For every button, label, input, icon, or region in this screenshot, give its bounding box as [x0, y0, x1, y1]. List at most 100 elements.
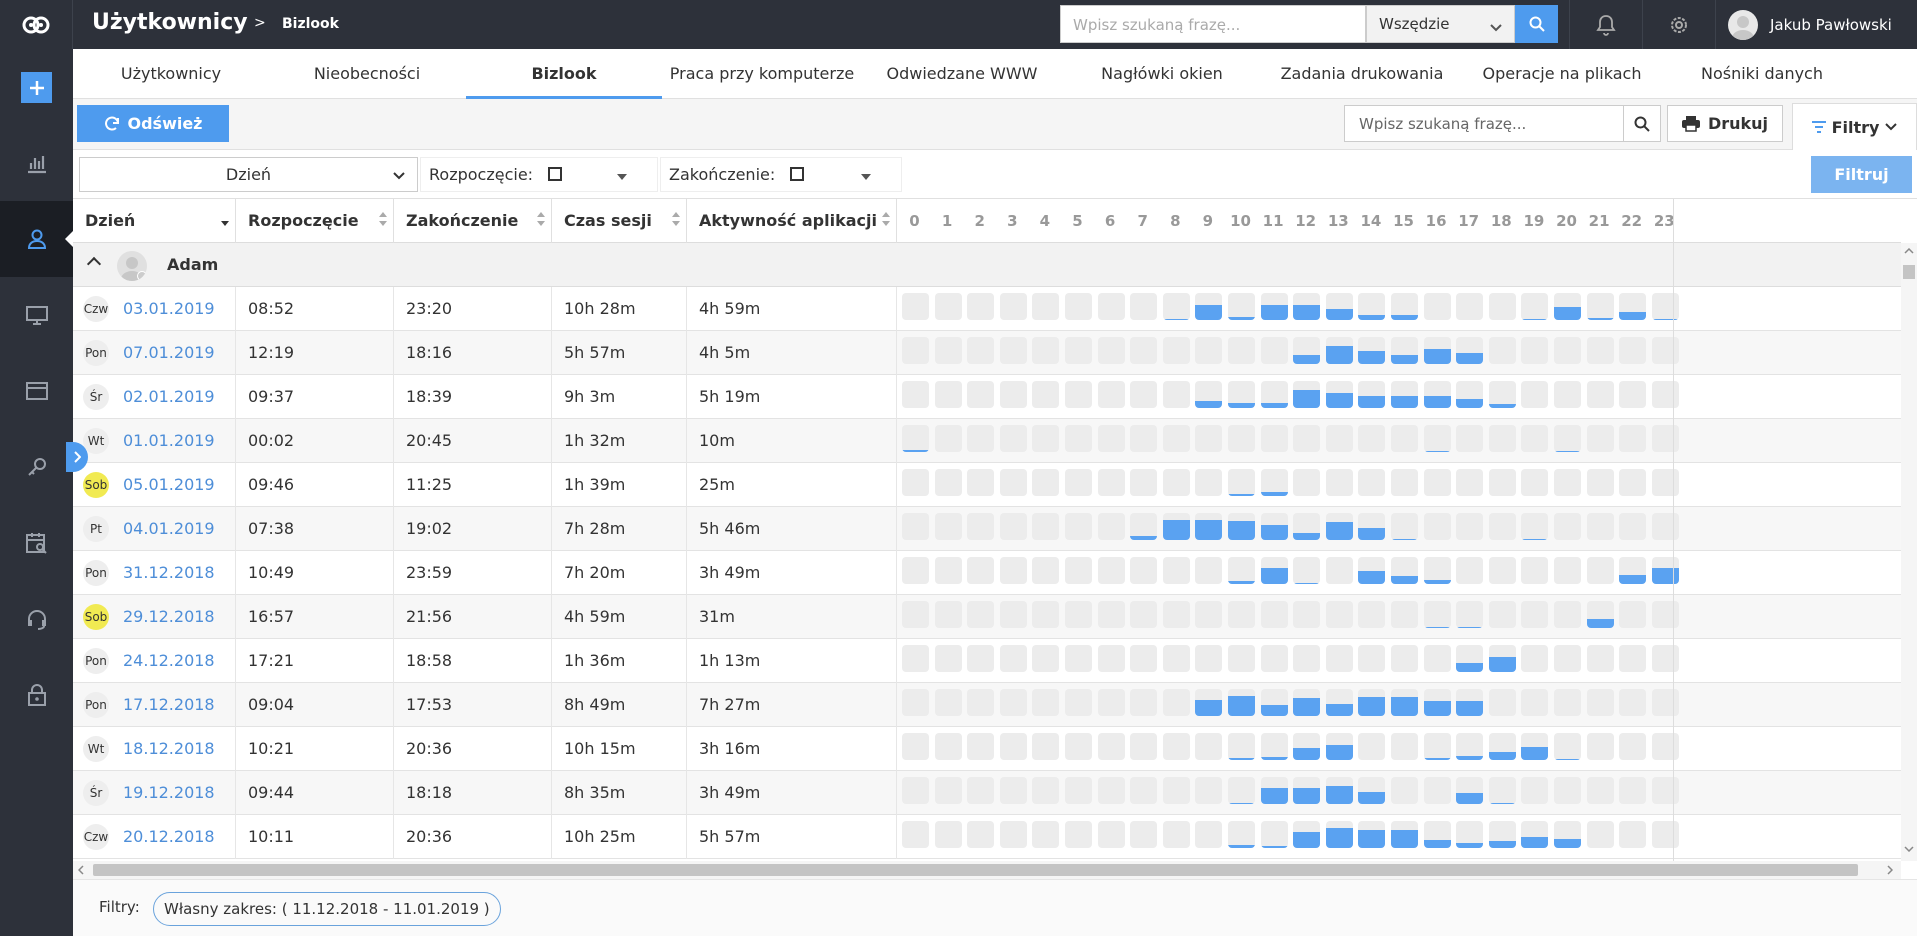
hour-activity-cell[interactable] — [1097, 645, 1125, 672]
hour-activity-cell[interactable] — [1358, 777, 1386, 804]
hour-activity-cell[interactable] — [1391, 293, 1418, 320]
hour-activity-cell[interactable] — [1162, 381, 1190, 408]
hour-activity-cell[interactable] — [1130, 425, 1158, 452]
hour-activity-cell[interactable] — [1228, 293, 1255, 320]
hour-activity-cell[interactable] — [1423, 557, 1451, 584]
hour-activity-cell[interactable] — [1228, 645, 1255, 672]
hour-activity-cell[interactable] — [1130, 293, 1158, 320]
hour-activity-cell[interactable] — [999, 645, 1027, 672]
hour-activity-cell[interactable] — [934, 777, 962, 804]
hour-activity-cell[interactable] — [1488, 821, 1516, 848]
hour-activity-cell[interactable] — [1325, 337, 1353, 364]
table-row[interactable]: Sob 29.12.2018 16:57 21:56 4h 59m 31m — [73, 595, 1901, 639]
hour-activity-cell[interactable] — [934, 557, 962, 584]
hour-activity-cell[interactable] — [1456, 777, 1484, 804]
table-row[interactable]: Śr 19.12.2018 09:44 18:18 8h 35m 3h 49m — [73, 771, 1901, 815]
hour-activity-cell[interactable] — [1130, 601, 1158, 628]
hour-activity-cell[interactable] — [1586, 381, 1614, 408]
hour-activity-cell[interactable] — [1162, 293, 1190, 320]
date-link[interactable]: 07.01.2019 — [123, 331, 215, 375]
hour-activity-cell[interactable] — [902, 469, 929, 496]
hour-activity-cell[interactable] — [1260, 689, 1288, 716]
hour-activity-cell[interactable] — [1097, 513, 1125, 540]
hour-activity-cell[interactable] — [1228, 601, 1255, 628]
hour-activity-cell[interactable] — [1097, 293, 1125, 320]
hour-activity-cell[interactable] — [1554, 601, 1581, 628]
hour-activity-cell[interactable] — [1651, 777, 1679, 804]
hour-activity-cell[interactable] — [1097, 469, 1125, 496]
hour-activity-cell[interactable] — [1456, 557, 1484, 584]
hour-activity-cell[interactable] — [1032, 645, 1060, 672]
hour-activity-cell[interactable] — [902, 293, 929, 320]
vertical-scroll-thumb[interactable] — [1903, 265, 1915, 279]
hour-activity-cell[interactable] — [1032, 513, 1060, 540]
hour-activity-cell[interactable] — [1488, 513, 1516, 540]
hour-activity-cell[interactable] — [1130, 513, 1158, 540]
tab-users[interactable]: Użytkownicy — [73, 49, 269, 99]
hour-activity-cell[interactable] — [1521, 601, 1549, 628]
hour-activity-cell[interactable] — [999, 381, 1027, 408]
hour-activity-cell[interactable] — [1260, 381, 1288, 408]
hour-activity-cell[interactable] — [1130, 381, 1158, 408]
horizontal-scrollbar[interactable] — [73, 861, 1901, 879]
hour-activity-cell[interactable] — [1032, 689, 1060, 716]
hour-activity-cell[interactable] — [1488, 733, 1516, 760]
hour-activity-cell[interactable] — [1260, 337, 1288, 364]
hour-activity-cell[interactable] — [1162, 645, 1190, 672]
hour-activity-cell[interactable] — [1065, 689, 1092, 716]
hour-activity-cell[interactable] — [1651, 821, 1679, 848]
hour-activity-cell[interactable] — [1293, 425, 1321, 452]
hour-activity-cell[interactable] — [1456, 469, 1484, 496]
hour-activity-cell[interactable] — [1488, 689, 1516, 716]
hour-activity-cell[interactable] — [1293, 469, 1321, 496]
hour-activity-cell[interactable] — [1521, 557, 1549, 584]
hour-activity-cell[interactable] — [1619, 557, 1647, 584]
hour-activity-cell[interactable] — [1065, 293, 1092, 320]
hour-activity-cell[interactable] — [1032, 293, 1060, 320]
hour-activity-cell[interactable] — [902, 821, 929, 848]
hour-activity-cell[interactable] — [1554, 777, 1581, 804]
hour-activity-cell[interactable] — [1260, 425, 1288, 452]
hour-activity-cell[interactable] — [1651, 645, 1679, 672]
hour-activity-cell[interactable] — [1325, 733, 1353, 760]
hour-activity-cell[interactable] — [1521, 513, 1549, 540]
hour-activity-cell[interactable] — [902, 645, 929, 672]
sidebar-item-users[interactable] — [0, 201, 73, 277]
start-time-filter[interactable]: Rozpoczęcie: — [420, 157, 658, 192]
hour-activity-cell[interactable] — [1423, 601, 1451, 628]
end-time-checkbox[interactable] — [790, 167, 805, 181]
hour-activity-cell[interactable] — [1162, 689, 1190, 716]
hour-activity-cell[interactable] — [1619, 689, 1647, 716]
hour-activity-cell[interactable] — [1293, 557, 1321, 584]
hour-activity-cell[interactable] — [1228, 557, 1255, 584]
hour-activity-cell[interactable] — [1260, 777, 1288, 804]
hour-activity-cell[interactable] — [1521, 469, 1549, 496]
hour-activity-cell[interactable] — [1195, 689, 1223, 716]
hour-activity-cell[interactable] — [999, 821, 1027, 848]
hour-activity-cell[interactable] — [1488, 469, 1516, 496]
hour-activity-cell[interactable] — [1586, 821, 1614, 848]
hour-activity-cell[interactable] — [1651, 337, 1679, 364]
filters-toggle-button[interactable]: Filtry — [1792, 103, 1917, 150]
hour-activity-cell[interactable] — [1195, 557, 1223, 584]
date-link[interactable]: 31.12.2018 — [123, 551, 215, 595]
apply-filter-button[interactable]: Filtruj — [1811, 156, 1912, 193]
hour-activity-cell[interactable] — [1423, 733, 1451, 760]
hour-activity-cell[interactable] — [1619, 381, 1647, 408]
hour-activity-cell[interactable] — [1260, 733, 1288, 760]
hour-activity-cell[interactable] — [1358, 733, 1386, 760]
date-link[interactable]: 17.12.2018 — [123, 683, 215, 727]
hour-activity-cell[interactable] — [1358, 381, 1386, 408]
hour-activity-cell[interactable] — [1651, 557, 1679, 584]
column-header-start[interactable]: Rozpoczęcie — [236, 199, 394, 243]
hour-activity-cell[interactable] — [1293, 821, 1321, 848]
hour-activity-cell[interactable] — [1586, 601, 1614, 628]
hour-activity-cell[interactable] — [1391, 777, 1418, 804]
hour-activity-cell[interactable] — [1293, 689, 1321, 716]
table-row[interactable]: Wt 01.01.2019 00:02 20:45 1h 32m 10m — [73, 419, 1901, 463]
hour-activity-cell[interactable] — [1097, 425, 1125, 452]
hour-activity-cell[interactable] — [1423, 777, 1451, 804]
hour-activity-cell[interactable] — [902, 337, 929, 364]
hour-activity-cell[interactable] — [1130, 689, 1158, 716]
hour-activity-cell[interactable] — [1488, 557, 1516, 584]
